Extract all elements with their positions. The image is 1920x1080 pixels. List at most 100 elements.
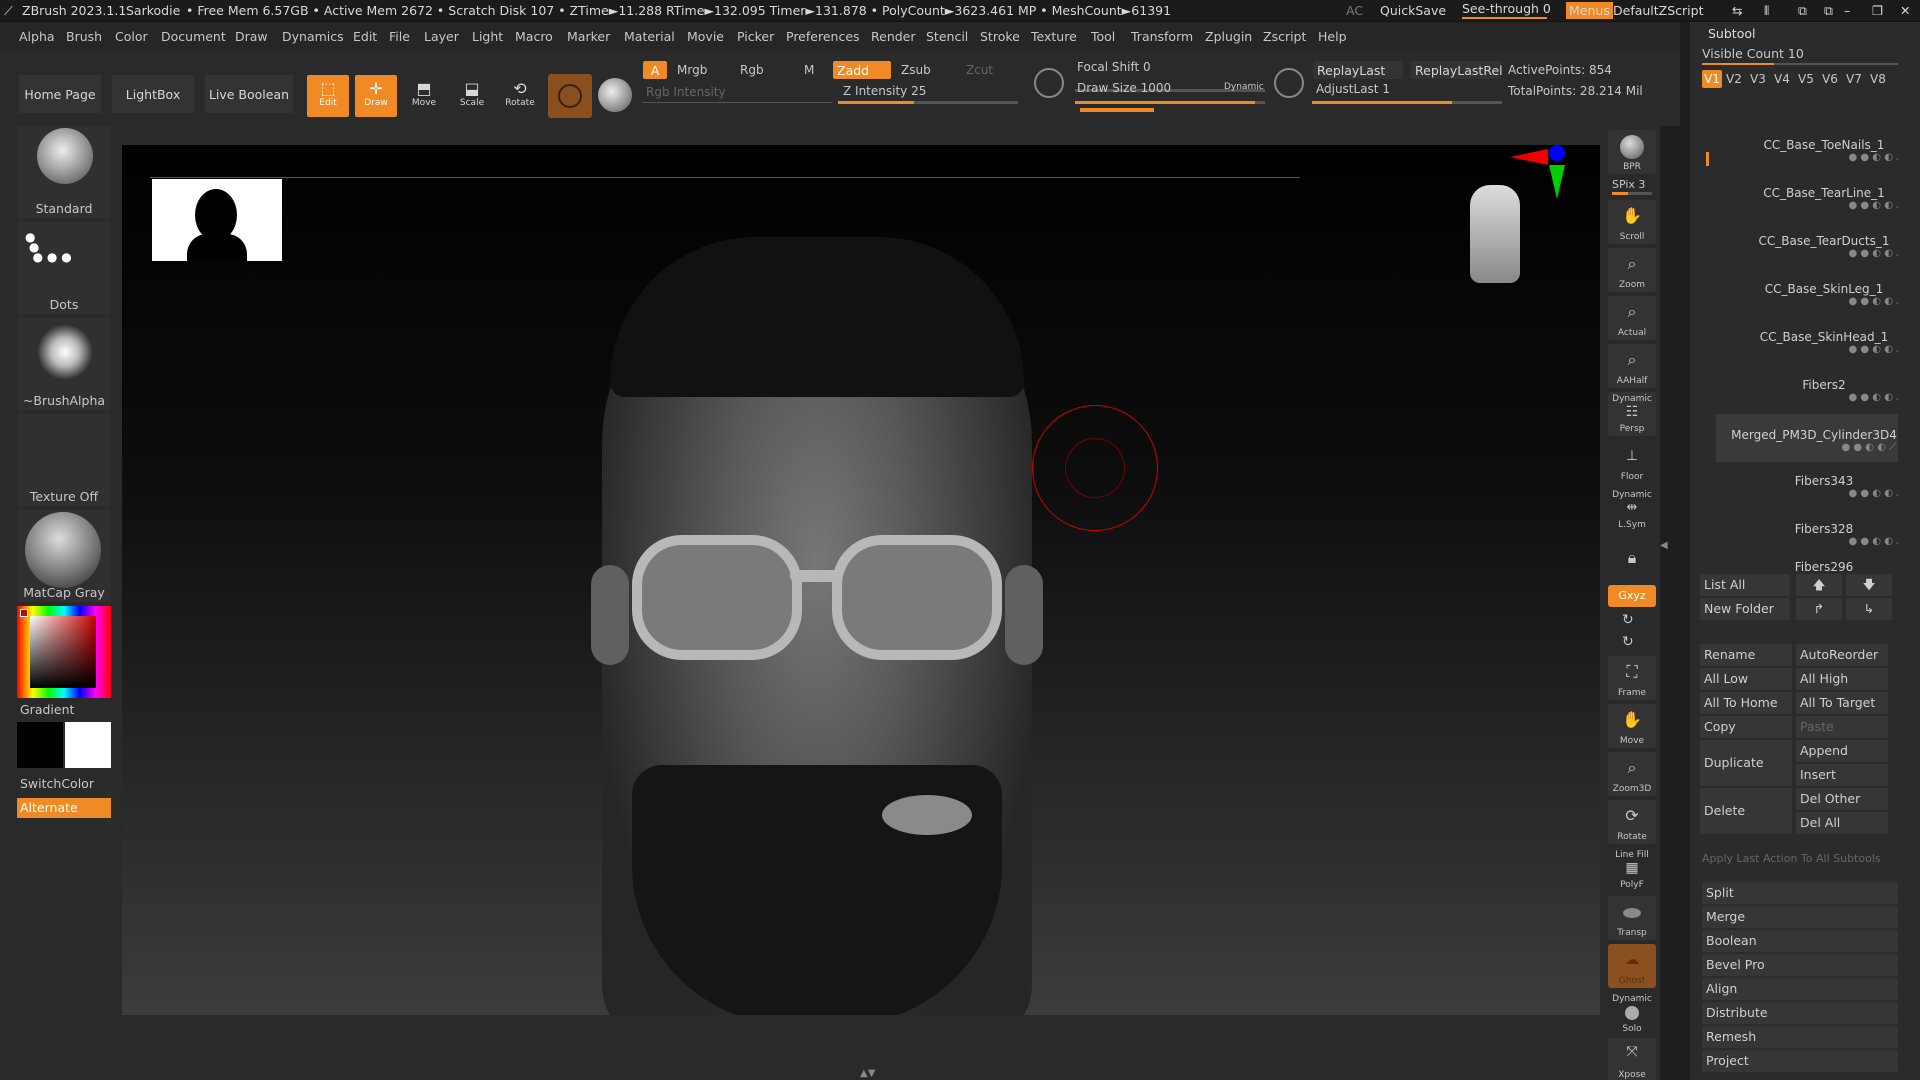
solo-button[interactable]: Dynamic Solo xyxy=(1608,992,1656,1036)
menu-brush[interactable]: Brush xyxy=(66,29,102,44)
texture-selector[interactable]: Texture Off xyxy=(17,414,111,506)
floor-button[interactable]: ⊥ Floor xyxy=(1608,440,1656,484)
default-zscript-button[interactable]: DefaultZScript xyxy=(1613,3,1704,18)
rotate-button[interactable]: ⟲ Rotate xyxy=(498,74,542,118)
menu-light[interactable]: Light xyxy=(472,29,503,44)
color-picker[interactable] xyxy=(17,606,111,698)
menu-macro[interactable]: Macro xyxy=(515,29,553,44)
subtool-visibility-eye-icon[interactable]: ● ● ◐ ◐ ⟋ 👁︎ xyxy=(1729,344,1899,355)
project-section[interactable]: Project xyxy=(1702,1050,1898,1072)
visible-count-slider[interactable]: Visible Count 10 xyxy=(1702,46,1804,61)
a-button[interactable]: A xyxy=(642,60,668,80)
replay-last-rel-button[interactable]: ReplayLastRel xyxy=(1410,60,1503,80)
xyz-rotate-button[interactable]: Gxyz xyxy=(1608,585,1656,607)
version-tab-v1[interactable]: V1 xyxy=(1702,70,1722,88)
subtool-item[interactable]: Fibers2● ● ◐ ◐ ⟋ 👁︎ xyxy=(1729,366,1898,414)
folder-action-2-icon[interactable]: ↳ xyxy=(1846,598,1892,620)
menu-document[interactable]: Document xyxy=(161,29,226,44)
menu-dynamics[interactable]: Dynamics xyxy=(282,29,344,44)
draw-size-slider[interactable]: Draw Size 1000 xyxy=(1077,81,1171,95)
rgb-intensity-slider[interactable]: Rgb Intensity xyxy=(646,85,726,99)
subtool-visibility-eye-icon[interactable]: ● ● ◐ ◐ ⟋ 👁︎ xyxy=(1729,200,1899,211)
menu-render[interactable]: Render xyxy=(871,29,916,44)
version-tab-v4[interactable]: V4 xyxy=(1774,72,1790,86)
version-tab-v7[interactable]: V7 xyxy=(1846,72,1862,86)
aahalf-button[interactable]: ⌕ AAHalf xyxy=(1608,344,1656,388)
menu-color[interactable]: Color xyxy=(115,29,148,44)
focal-shift-slider[interactable]: Focal Shift 0 xyxy=(1077,60,1151,74)
secondary-color-swatch[interactable] xyxy=(65,722,111,768)
document-canvas[interactable] xyxy=(122,145,1600,1015)
menu-texture[interactable]: Texture xyxy=(1031,29,1077,44)
draw-button[interactable]: ✛ Draw xyxy=(354,74,398,118)
rotate-view-button[interactable]: ⟳ Rotate xyxy=(1608,800,1656,844)
primary-color-swatch[interactable] xyxy=(17,722,63,768)
zoom-button[interactable]: ⌕ Zoom xyxy=(1608,248,1656,292)
adjust-last-slider[interactable]: AdjustLast 1 xyxy=(1316,82,1390,96)
menu-marker[interactable]: Marker xyxy=(567,29,610,44)
z-intensity-slider[interactable]: Z Intensity 25 xyxy=(843,84,926,98)
subtool-item[interactable]: CC_Base_TearDucts_1● ● ◐ ◐ ⟋ 👁︎ xyxy=(1729,222,1899,270)
menu-tool[interactable]: Tool xyxy=(1091,29,1115,44)
subtool-item[interactable]: Fibers343● ● ◐ ◐ ⟋ 👁︎ xyxy=(1729,462,1898,510)
duplicate-button[interactable]: Duplicate xyxy=(1700,740,1792,786)
menu-zplugin[interactable]: Zplugin xyxy=(1205,29,1252,44)
move-up-arrow-icon[interactable]: 🡅 xyxy=(1796,574,1842,596)
color-square[interactable] xyxy=(30,616,96,688)
scroll-button[interactable]: ✋ Scroll xyxy=(1608,200,1656,244)
mrgb-button[interactable]: Mrgb xyxy=(677,63,707,77)
material-swatch-button[interactable] xyxy=(548,74,592,118)
stroke-s-icon[interactable] xyxy=(1034,68,1064,98)
lock-button[interactable]: 🔒︎ xyxy=(1608,538,1656,582)
all-low-button[interactable]: All Low xyxy=(1700,668,1792,690)
subtool-visibility-eye-icon[interactable]: ● ● ◐ ◐ ⟋ 👁︎ xyxy=(1729,392,1899,403)
apply-last-action-button[interactable]: Apply Last Action To All Subtools xyxy=(1702,852,1881,865)
menu-material[interactable]: Material xyxy=(624,29,675,44)
layout-icon[interactable]: ⫴ xyxy=(1764,3,1769,19)
bpr-button[interactable]: BPR xyxy=(1608,130,1656,174)
menu-movie[interactable]: Movie xyxy=(687,29,724,44)
spix-slider[interactable]: SPix 3 xyxy=(1612,178,1645,191)
frame-button[interactable]: ⛶ Frame xyxy=(1608,656,1656,700)
xpose-button[interactable]: ⤧ Xpose xyxy=(1608,1038,1656,1080)
append-button[interactable]: Append xyxy=(1796,740,1888,762)
menu-help[interactable]: Help xyxy=(1318,29,1347,44)
zcut-button[interactable]: Zcut xyxy=(966,63,993,77)
menu-layer[interactable]: Layer xyxy=(424,29,459,44)
restore-icon[interactable]: ⧉ xyxy=(1824,3,1833,19)
menu-draw[interactable]: Draw xyxy=(235,29,268,44)
edit-button[interactable]: ⬚ Edit xyxy=(306,74,350,118)
insert-button[interactable]: Insert xyxy=(1796,764,1888,786)
maximize-icon[interactable]: ❐ xyxy=(1872,3,1883,18)
menu-edit[interactable]: Edit xyxy=(353,29,377,44)
lightbox-button[interactable]: LightBox xyxy=(111,74,195,114)
alternate-button[interactable]: Alternate xyxy=(17,798,111,818)
copy-button[interactable]: Copy xyxy=(1700,716,1792,738)
rename-button[interactable]: Rename xyxy=(1700,644,1792,666)
menu-stencil[interactable]: Stencil xyxy=(926,29,968,44)
menu-preferences[interactable]: Preferences xyxy=(786,29,860,44)
material-preview-icon[interactable] xyxy=(598,78,632,112)
stroke-selector[interactable]: ● ● ● ● ● Dots xyxy=(17,222,111,314)
subtool-item-selected[interactable]: Merged_PM3D_Cylinder3D4● ● ◐ ◐ ⟋ 👁︎ xyxy=(1716,414,1898,462)
rotate-y-icon[interactable]: ↻ xyxy=(1622,612,1634,628)
rotate-z-icon[interactable]: ↻ xyxy=(1622,634,1634,650)
subtool-item[interactable]: CC_Base_SkinHead_1● ● ◐ ◐ ⟋ 👁︎ xyxy=(1729,318,1898,366)
move-button[interactable]: ⬒ Move xyxy=(402,74,446,118)
all-high-button[interactable]: All High xyxy=(1796,668,1888,690)
boolean-section[interactable]: Boolean xyxy=(1702,930,1898,952)
actual-button[interactable]: ⌕ Actual xyxy=(1608,296,1656,340)
bevel-pro-section[interactable]: Bevel Pro xyxy=(1702,954,1898,976)
version-tab-v8[interactable]: V8 xyxy=(1870,72,1886,86)
menu-picker[interactable]: Picker xyxy=(737,29,774,44)
close-icon[interactable]: ✕ xyxy=(1900,3,1910,18)
lsym-button[interactable]: Dynamic ⇹ L.Sym xyxy=(1608,488,1656,532)
subtool-item[interactable]: CC_Base_ToeNails_1● ● ◐ ◐ ⟋ 👁︎ xyxy=(1729,126,1898,174)
version-tab-v2[interactable]: V2 xyxy=(1726,72,1742,86)
version-tab-v3[interactable]: V3 xyxy=(1750,72,1766,86)
stroke-d-icon[interactable] xyxy=(1274,68,1304,98)
polyf-button[interactable]: Line Fill ▦ PolyF xyxy=(1608,848,1656,892)
all-to-home-button[interactable]: All To Home xyxy=(1700,692,1792,714)
menu-transform[interactable]: Transform xyxy=(1131,29,1193,44)
live-boolean-button[interactable]: Live Boolean xyxy=(204,74,294,114)
